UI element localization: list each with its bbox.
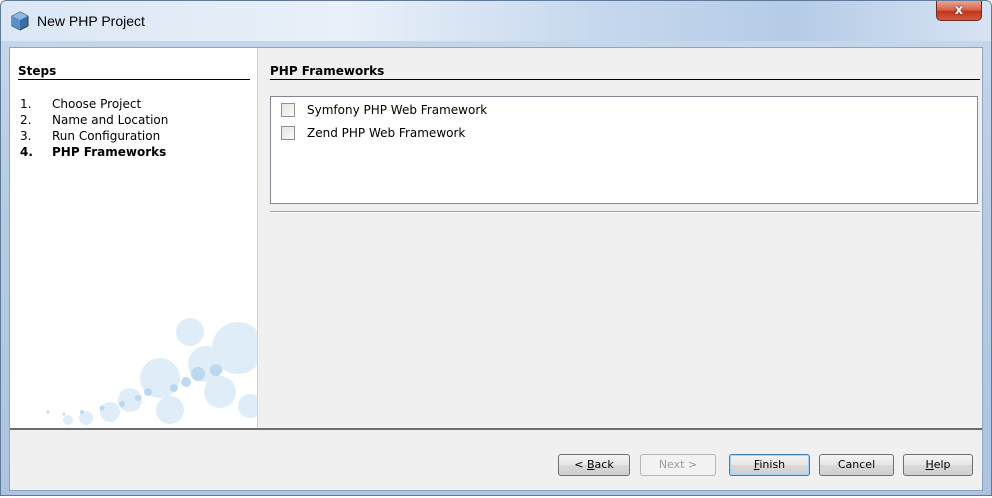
window-title: New PHP Project [37,13,145,29]
finish-button[interactable]: Finish [729,454,810,476]
framework-item-zend[interactable]: Zend PHP Web Framework [281,124,465,142]
back-label-pre: < [574,458,587,471]
step-label: PHP Frameworks [52,145,167,159]
steps-heading: Steps [18,64,57,78]
title-bar[interactable]: New PHP Project x [1,1,991,41]
framework-label: Zend PHP Web Framework [307,126,466,140]
step-php-frameworks: 4. PHP Frameworks [20,144,168,160]
help-mnemonic: H [925,458,934,471]
button-bar: < Back Next > Finish Cancel Help [10,430,982,490]
framework-item-symfony[interactable]: Symfony PHP Web Framework [281,101,487,119]
cancel-button[interactable]: Cancel [819,454,894,476]
close-icon: x [954,3,964,18]
step-name-and-location: 2. Name and Location [20,112,168,128]
step-choose-project: 1. Choose Project [20,96,168,112]
finish-label-post: inish [759,458,786,471]
step-label: Choose Project [52,97,142,111]
step-label: Run Configuration [52,129,161,143]
zend-checkbox[interactable] [281,125,295,140]
frameworks-list: Symfony PHP Web Framework Zend PHP Web F… [270,96,978,204]
framework-label: Symfony PHP Web Framework [307,103,488,117]
step-number: 4. [20,145,33,159]
close-button[interactable]: x [936,1,982,21]
back-mnemonic: B [587,458,595,471]
help-button[interactable]: Help [903,454,973,476]
dialog-window: New PHP Project x Steps 1. Choose Project… [0,0,992,496]
wizard-content: Steps 1. Choose Project 2. Name and Locati… [9,47,983,491]
help-label-post: elp [933,458,951,471]
symfony-checkbox[interactable] [281,102,295,117]
settings-separator-highlight [270,212,980,213]
step-number: 1. [20,97,32,111]
step-label: Name and Location [52,113,169,127]
frameworks-heading: PHP Frameworks [270,64,385,78]
frameworks-divider [270,79,980,80]
decorative-bubbles [46,318,258,425]
steps-list: 1. Choose Project 2. Name and Location 3. R… [20,96,168,160]
netbeans-project-icon [11,11,29,31]
steps-divider [18,79,250,80]
step-number: 3. [20,129,32,143]
back-label-post: ack [594,458,614,471]
frameworks-panel: PHP Frameworks Symfony PHP Web Framework… [258,48,982,428]
steps-panel: Steps 1. Choose Project 2. Name and Locati… [10,48,258,428]
next-button[interactable]: Next > [640,454,716,476]
step-run-configuration: 3. Run Configuration [20,128,168,144]
step-number: 2. [20,113,32,127]
back-button[interactable]: < Back [558,454,630,476]
